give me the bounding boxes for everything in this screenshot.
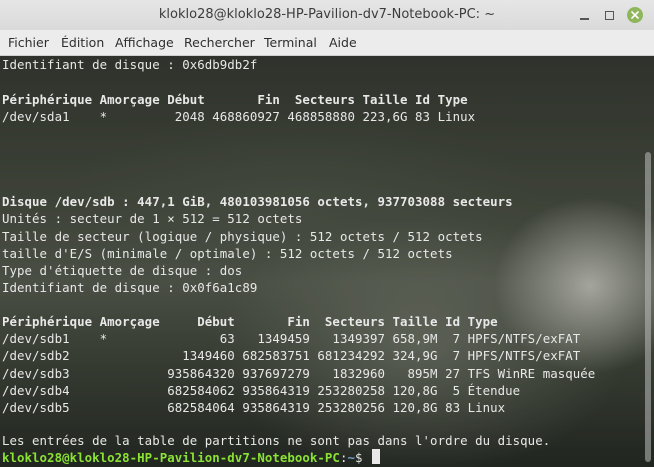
menu-terminal[interactable]: Terminal (264, 30, 317, 55)
text-cursor (372, 449, 381, 464)
window-title: kloklo28@kloklo28-HP-Pavilion-dv7-Notebo… (158, 7, 496, 22)
menu-fichier[interactable]: Fichier (8, 30, 49, 55)
minimize-icon (579, 17, 589, 20)
terminal-line: Unités : secteur de 1 × 512 = 512 octets (2, 211, 303, 226)
terminal-line: Périphérique Amorçage Début Fin Secteurs… (2, 92, 468, 107)
prompt-path: ~ (347, 450, 355, 465)
menu-edition[interactable]: Édition (61, 30, 104, 55)
maximize-icon (604, 10, 614, 20)
terminal-line: Taille de secteur (logique / physique) :… (2, 229, 483, 244)
terminal-line: taille d'E/S (minimale / optimale) : 512… (2, 246, 453, 261)
prompt-user-host: kloklo28@kloklo28-HP-Pavilion-dv7-Notebo… (2, 450, 340, 465)
terminal-line: Les entrées de la table de partitions ne… (2, 433, 551, 448)
terminal-line: /dev/sdb5 682584064 935864319 253280256 … (2, 400, 506, 415)
terminal-line: /dev/sdb2 1349460 682583751 681234292 32… (2, 348, 581, 363)
terminal-line: /dev/sdb4 682584062 935864319 253280258 … (2, 383, 521, 398)
scrollbar[interactable] (645, 152, 651, 462)
terminal-line: Identifiant de disque : 0x0f6a1c89 (2, 280, 258, 295)
terminal-output[interactable]: Identifiant de disque : 0x6db9db2f Périp… (0, 56, 654, 467)
menu-bar: Fichier Édition Affichage Rechercher Ter… (0, 30, 654, 56)
terminal-line: /dev/sdb1 * 63 1349459 1349397 658,9M 7 … (2, 331, 581, 346)
terminal-line: /dev/sda1 * 2048 468860927 468858880 223… (2, 109, 476, 124)
terminal-line: Identifiant de disque : 0x6db9db2f (2, 57, 258, 72)
prompt-symbol: $ (354, 450, 371, 465)
terminal-line: Disque /dev/sdb : 447,1 GiB, 48010398105… (2, 194, 513, 209)
menu-aide[interactable]: Aide (329, 30, 357, 55)
terminal-line: Type d'étiquette de disque : dos (2, 263, 243, 278)
terminal-line: /dev/sdb3 935864320 937697279 1832960 89… (2, 366, 596, 381)
menu-rechercher[interactable]: Rechercher (184, 30, 255, 55)
menu-affichage[interactable]: Affichage (115, 30, 174, 55)
maximize-button[interactable] (601, 7, 617, 23)
close-icon (631, 11, 639, 19)
close-button[interactable] (627, 7, 643, 23)
prompt-line[interactable]: kloklo28@kloklo28-HP-Pavilion-dv7-Notebo… (2, 449, 381, 466)
terminal-window: kloklo28@kloklo28-HP-Pavilion-dv7-Notebo… (0, 0, 654, 467)
terminal-line: Périphérique Amorçage Début Fin Secteurs… (2, 314, 498, 329)
title-bar[interactable]: kloklo28@kloklo28-HP-Pavilion-dv7-Notebo… (0, 0, 654, 30)
minimize-button[interactable] (576, 7, 592, 23)
